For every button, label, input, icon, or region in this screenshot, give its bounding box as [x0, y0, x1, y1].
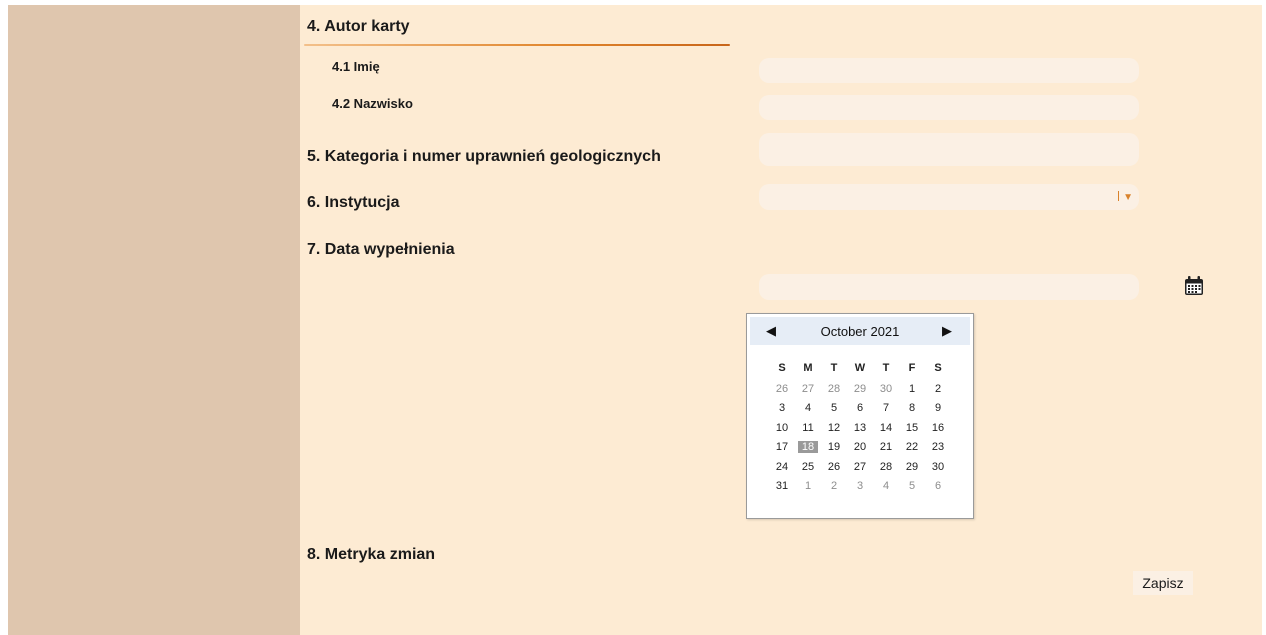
calendar-day-other-month[interactable]: 3 — [847, 480, 873, 492]
calendar-day[interactable]: 5 — [821, 402, 847, 414]
section-title-changes: 8. Metryka zmian — [307, 546, 436, 563]
first-name-label: 4.1 Imię — [332, 59, 380, 74]
calendar-day[interactable]: 29 — [899, 461, 925, 473]
calendar-day[interactable]: 12 — [821, 422, 847, 434]
last-name-label: 4.2 Nazwisko — [332, 96, 413, 111]
calendar-month-label[interactable]: October 2021 — [750, 324, 970, 339]
calendar-week-row: 31 1 2 3 4 5 6 — [769, 477, 951, 497]
calendar-day-other-month[interactable]: 30 — [873, 383, 899, 395]
weekday-label: S — [778, 362, 786, 374]
calendar-day[interactable]: 16 — [925, 422, 951, 434]
calendar-day[interactable]: 25 — [795, 461, 821, 473]
calendar-day-other-month[interactable]: 1 — [795, 480, 821, 492]
calendar-week-row: 17 18 19 20 21 22 23 — [769, 438, 951, 458]
calendar-day-selected[interactable]: 18 — [798, 441, 818, 454]
weekday-label: T — [882, 362, 890, 374]
calendar-week-row: 26 27 28 29 30 1 2 — [769, 379, 951, 399]
calendar-header: ◀ October 2021 ▶ — [750, 317, 970, 345]
chevron-down-icon[interactable]: ▼ — [1118, 191, 1133, 203]
calendar-day[interactable]: 7 — [873, 402, 899, 414]
calendar-day[interactable]: 28 — [873, 461, 899, 473]
sidebar — [8, 5, 300, 635]
calendar-day[interactable]: 27 — [847, 461, 873, 473]
calendar-day[interactable]: 26 — [821, 461, 847, 473]
calendar-day[interactable]: 23 — [925, 441, 951, 453]
calendar-day-other-month[interactable]: 5 — [899, 480, 925, 492]
calendar-icon[interactable] — [1183, 275, 1205, 297]
form-main: 4. Autor karty 4.1 Imię 4.2 Nazwisko 5. … — [300, 5, 1262, 635]
calendar-grid: S M T W T F S 26 27 28 29 30 1 2 3 4 5 6 7 8 9 10 11 12 13 14 15 16… — [769, 357, 951, 496]
calendar-day[interactable]: 1 — [899, 383, 925, 395]
weekday-label: M — [803, 362, 813, 374]
next-month-icon[interactable]: ▶ — [942, 323, 952, 339]
weekday-label: F — [908, 362, 916, 374]
calendar-day[interactable]: 6 — [847, 402, 873, 414]
calendar-day[interactable]: 13 — [847, 422, 873, 434]
weekday-header-row: SMTWTFS — [769, 357, 951, 379]
section-title-category: 5. Kategoria i numer uprawnień geologicz… — [307, 148, 661, 165]
calendar-day-other-month[interactable]: 4 — [873, 480, 899, 492]
calendar-week-row: 10 11 12 13 14 15 16 — [769, 418, 951, 438]
section-title-date: 7. Data wypełnienia — [307, 241, 455, 258]
calendar-day-other-month[interactable]: 27 — [795, 383, 821, 395]
calendar-day-other-month[interactable]: 29 — [847, 383, 873, 395]
date-field[interactable] — [759, 274, 1139, 300]
weekday-label: W — [854, 362, 866, 374]
save-button[interactable]: Zapisz — [1133, 571, 1193, 595]
date-picker-popup: ◀ October 2021 ▶ S M T W T F S 26 27 28 29 30 1 2 3 4 5 6… — [746, 313, 974, 519]
calendar-day[interactable]: 30 — [925, 461, 951, 473]
section-title-institution: 6. Instytucja — [307, 194, 400, 211]
calendar-day-other-month[interactable]: 28 — [821, 383, 847, 395]
calendar-day[interactable]: 9 — [925, 402, 951, 414]
calendar-day[interactable]: 14 — [873, 422, 899, 434]
calendar-day[interactable]: 15 — [899, 422, 925, 434]
calendar-day[interactable]: 19 — [821, 441, 847, 453]
calendar-day[interactable]: 17 — [769, 441, 795, 453]
first-name-field[interactable] — [759, 58, 1139, 83]
section-title-author: 4. Autor karty — [307, 18, 410, 35]
calendar-day[interactable]: 3 — [769, 402, 795, 414]
category-field[interactable] — [759, 133, 1139, 166]
section-divider — [304, 44, 730, 46]
calendar-day-other-month[interactable]: 6 — [925, 480, 951, 492]
calendar-day[interactable]: 11 — [795, 422, 821, 434]
calendar-day[interactable]: 21 — [873, 441, 899, 453]
calendar-day[interactable]: 24 — [769, 461, 795, 473]
calendar-day[interactable]: 20 — [847, 441, 873, 453]
weekday-label: T — [830, 362, 838, 374]
calendar-day[interactable]: 31 — [769, 480, 795, 492]
calendar-day-other-month[interactable]: 2 — [821, 480, 847, 492]
last-name-field[interactable] — [759, 95, 1139, 120]
calendar-week-row: 24 25 26 27 28 29 30 — [769, 457, 951, 477]
calendar-day-other-month[interactable]: 26 — [769, 383, 795, 395]
calendar-day[interactable]: 22 — [899, 441, 925, 453]
calendar-week-row: 3456789 — [769, 399, 951, 419]
institution-dropdown[interactable]: ▼ — [759, 184, 1139, 210]
calendar-day[interactable]: 2 — [925, 383, 951, 395]
calendar-day[interactable]: 10 — [769, 422, 795, 434]
weekday-label: S — [934, 362, 942, 374]
calendar-day[interactable]: 8 — [899, 402, 925, 414]
calendar-day[interactable]: 4 — [795, 402, 821, 414]
